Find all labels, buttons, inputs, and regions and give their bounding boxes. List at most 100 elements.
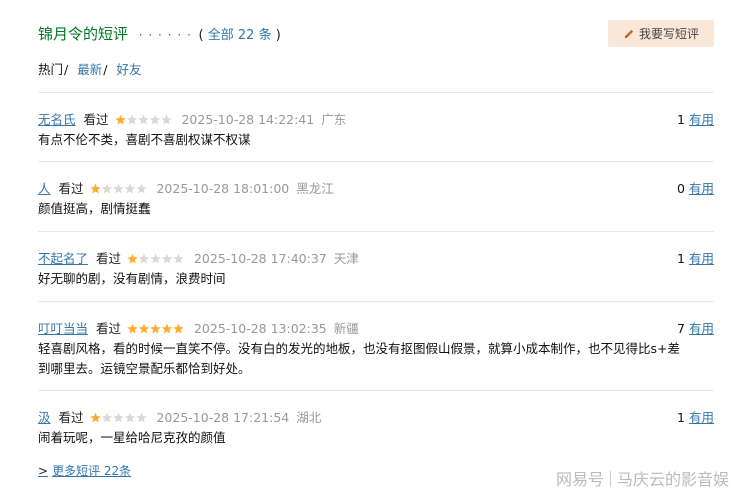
watched-status: 看过 [96, 251, 122, 266]
watermark-divider [609, 471, 611, 487]
comment-meta: 无名氏 看过 2025-10-28 14:22:41 广东 1 有用 [38, 109, 714, 127]
comment-location: 天津 [333, 251, 359, 266]
star-empty-icon [112, 183, 124, 194]
useful-vote[interactable]: 1 有用 [677, 248, 714, 267]
watermark-account: 马庆云的影音娱 [616, 470, 729, 489]
paren-open: ( [198, 28, 204, 43]
filter-friends[interactable]: 好友 [116, 62, 141, 77]
divider [38, 92, 714, 93]
star-filled-icon [89, 412, 101, 423]
star-empty-icon [150, 253, 161, 264]
rating-stars [127, 323, 184, 334]
sort-filter: 热门/ 最新/ 好友 [38, 59, 141, 78]
watched-status: 看过 [58, 410, 84, 425]
comment-item: 叮叮当当 看过 2025-10-28 13:02:35 新疆 7 有用 轻喜剧风格… [38, 318, 714, 379]
filter-sep: / [64, 62, 69, 77]
section-header: 锦月令的短评 · · · · · · ( 全部 22 条 ) 我要写短评 [38, 20, 714, 48]
filter-latest[interactable]: 最新 [77, 62, 102, 77]
rating-stars [89, 412, 147, 423]
star-empty-icon [124, 412, 135, 423]
useful-button[interactable]: 有用 [689, 410, 714, 425]
comment-user-link[interactable]: 汲 [38, 410, 51, 425]
star-filled-icon [161, 323, 173, 334]
rating-stars [114, 114, 172, 125]
divider [38, 390, 714, 391]
total-count: ( 全部 22 条 ) [199, 28, 281, 43]
rating-stars [127, 253, 184, 264]
star-empty-icon [101, 183, 112, 194]
section-title: 锦月令的短评 · · · · · · ( 全部 22 条 ) [38, 23, 281, 44]
paren-close: ) [275, 28, 281, 43]
all-comments-link[interactable]: 全部 22 条 [208, 28, 272, 43]
star-empty-icon [124, 183, 135, 194]
star-empty-icon [112, 412, 124, 423]
comment-time: 2025-10-28 14:22:41 [181, 112, 315, 127]
star-filled-icon [173, 323, 184, 334]
comment-location: 新疆 [333, 321, 359, 336]
comment-text: 闹着玩呢，一星给哈尼克孜的颜值 [38, 430, 226, 445]
comment-text: 轻喜剧风格，看的时候一直笑不停。没有白的发光的地板，也没有抠图假山假景，就算小成… [38, 339, 714, 379]
star-empty-icon [135, 412, 147, 423]
comment-time: 2025-10-28 17:40:37 [193, 251, 327, 266]
write-comment-button[interactable]: 我要写短评 [608, 20, 714, 47]
useful-vote[interactable]: 0 有用 [677, 178, 714, 197]
star-filled-icon [127, 253, 138, 264]
comment-text: 有点不伦不类，喜剧不喜剧权谋不权谋 [38, 132, 251, 147]
filter-hot[interactable]: 热门 [38, 62, 63, 77]
star-filled-icon [114, 114, 126, 125]
useful-vote[interactable]: 1 有用 [677, 407, 714, 426]
star-filled-icon [89, 183, 101, 194]
comment-user-link[interactable]: 无名氏 [38, 112, 76, 127]
useful-button[interactable]: 有用 [689, 251, 714, 266]
chevron-right-icon: > [38, 464, 49, 478]
more-comments-link[interactable]: > 更多短评 22条 [38, 462, 131, 479]
watched-status: 看过 [96, 321, 122, 336]
comment-location: 湖北 [296, 410, 322, 425]
star-empty-icon [137, 114, 149, 125]
useful-count: 1 [677, 251, 685, 266]
divider [38, 161, 714, 162]
comment-text: 颜值挺高，剧情挺蠢 [38, 201, 151, 216]
comment-location: 黑龙江 [296, 181, 334, 196]
divider [38, 301, 714, 302]
useful-button[interactable]: 有用 [689, 181, 714, 196]
useful-count: 7 [677, 321, 685, 336]
watched-status: 看过 [58, 181, 84, 196]
watched-status: 看过 [83, 112, 109, 127]
comment-text-line: 轻喜剧风格，看的时候一直笑不停。没有白的发光的地板，也没有抠图假山假景，就算小成… [38, 341, 680, 356]
star-filled-icon [138, 323, 150, 334]
useful-button[interactable]: 有用 [689, 112, 714, 127]
section-title-text: 锦月令的短评 [38, 25, 129, 43]
divider [38, 231, 714, 232]
star-empty-icon [126, 114, 137, 125]
comment-text: 好无聊的剧，没有剧情，浪费时间 [38, 271, 226, 286]
comment-user-link[interactable]: 不起名了 [38, 251, 88, 266]
comment-time: 2025-10-28 13:02:35 [193, 321, 327, 336]
comment-location: 广东 [321, 112, 347, 127]
comment-item: 汲 看过 2025-10-28 17:21:54 湖北 1 有用 闹着玩呢，一星给… [38, 407, 714, 448]
comment-time: 2025-10-28 18:01:00 [156, 181, 290, 196]
useful-count: 1 [677, 112, 685, 127]
star-empty-icon [173, 253, 184, 264]
useful-button[interactable]: 有用 [689, 321, 714, 336]
useful-vote[interactable]: 1 有用 [677, 109, 714, 128]
comment-meta: 不起名了 看过 2025-10-28 17:40:37 天津 1 有用 [38, 248, 714, 266]
comment-text-line: 到哪里去。运镜空景配乐都恰到好处。 [38, 361, 251, 376]
filter-sep: / [103, 62, 108, 77]
comment-meta: 叮叮当当 看过 2025-10-28 13:02:35 新疆 7 有用 [38, 318, 714, 336]
useful-count: 0 [677, 181, 685, 196]
star-filled-icon [127, 323, 138, 334]
comment-meta: 人 看过 2025-10-28 18:01:00 黑龙江 0 有用 [38, 178, 714, 196]
short-comments-section: 锦月令的短评 · · · · · · ( 全部 22 条 ) 我要写短评 热门/… [0, 0, 747, 497]
comment-meta: 汲 看过 2025-10-28 17:21:54 湖北 1 有用 [38, 407, 714, 425]
rating-stars [89, 183, 147, 194]
star-empty-icon [101, 412, 112, 423]
comment-time: 2025-10-28 17:21:54 [156, 410, 290, 425]
star-filled-icon [150, 323, 161, 334]
watermark: 网易号 马庆云的影音娱 [556, 466, 729, 490]
comment-user-link[interactable]: 人 [38, 181, 51, 196]
useful-vote[interactable]: 7 有用 [677, 318, 714, 337]
star-empty-icon [138, 253, 150, 264]
comment-user-link[interactable]: 叮叮当当 [38, 321, 88, 336]
star-empty-icon [160, 114, 172, 125]
